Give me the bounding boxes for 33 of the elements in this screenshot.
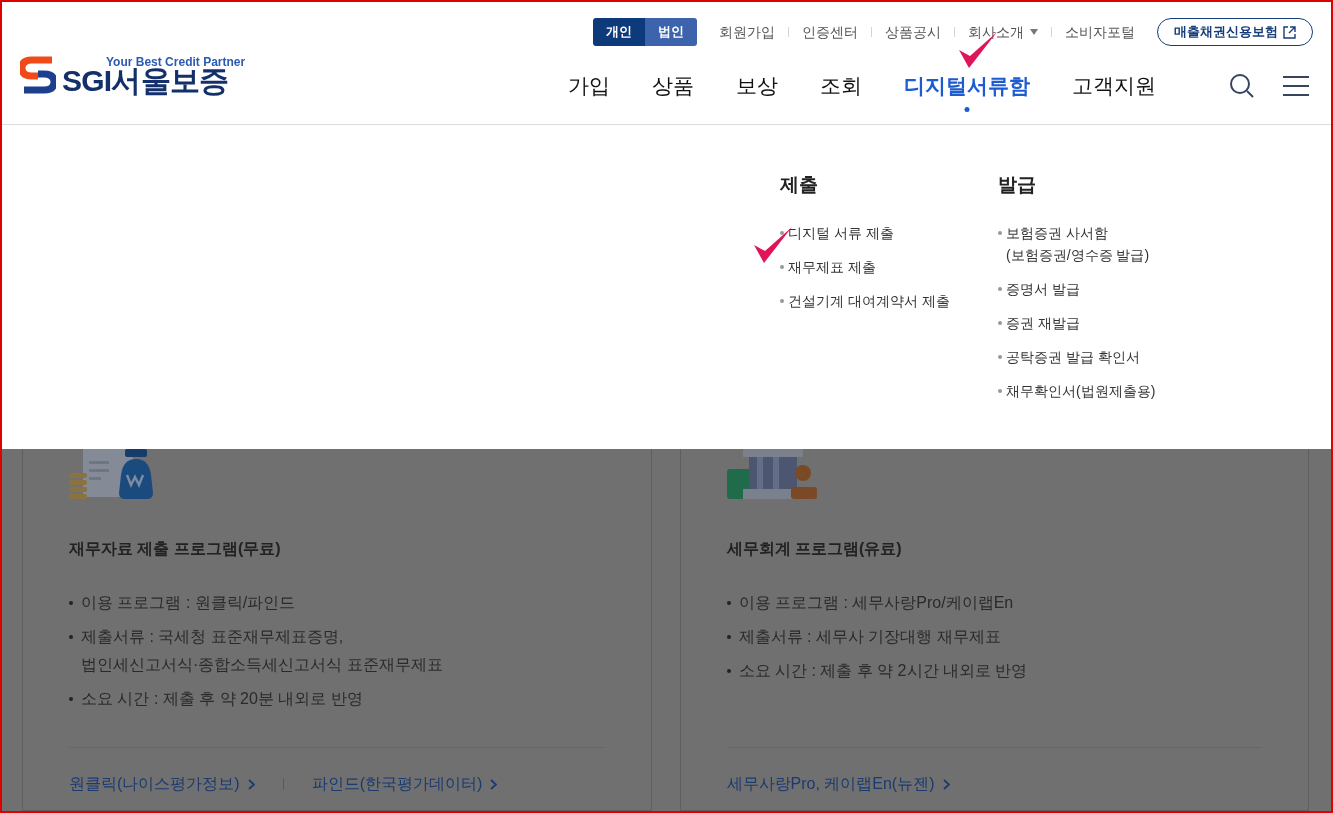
card-title: 재무자료 제출 프로그램(무료)	[69, 539, 282, 559]
utility-link[interactable]: 회원가입	[719, 21, 775, 43]
utility-link[interactable]: 인증센터	[802, 21, 858, 43]
card-bullet-text: 소요 시간 : 제출 후 약 20분 내외로 반영	[69, 685, 605, 713]
nav-tab[interactable]: 가입	[568, 70, 610, 102]
nav-tab[interactable]: 조회	[820, 70, 862, 102]
card-bullet-text: 제출서류 : 세무사 기장대행 재무제표	[726, 623, 1262, 651]
submenu-link[interactable]: 보험증권 사서함 (보험증권/영수증 발급)	[998, 221, 1168, 266]
utility-link[interactable]: 소비자포털	[1065, 21, 1135, 43]
logo-tagline: Your Best Credit Partner	[106, 56, 246, 68]
card-bullet-text: 소요 시간 : 제출 후 약 2시간 내외로 반영	[726, 657, 1262, 685]
menu-column-title: 제출	[780, 173, 819, 197]
submenu-link[interactable]: 증명서 발급	[998, 277, 1168, 300]
utility-link[interactable]: 상품공시	[885, 21, 941, 43]
submenu-link[interactable]: 디지털 서류 제출	[780, 221, 950, 244]
card-title: 세무회계 프로그램(유료)	[726, 539, 903, 559]
submenu-link[interactable]: 채무확인서(법원제출용)	[998, 379, 1168, 402]
segment-tab[interactable]: 법인	[645, 18, 697, 46]
submenu-link[interactable]: 증권 재발급	[998, 311, 1168, 334]
nav-tab[interactable]: 고객지원	[1072, 70, 1156, 102]
submenu-link[interactable]: 재무제표 제출	[780, 255, 950, 278]
segment-tab[interactable]: 개인	[593, 18, 645, 46]
logo-wordmark: SGI서울보증	[62, 66, 229, 96]
nav-tab[interactable]: 상품	[652, 70, 694, 102]
card-bullet-text: 이용 프로그램 : 세무사랑Pro/케이랩En	[726, 589, 1262, 617]
submenu-link[interactable]: 공탁증권 발급 확인서	[998, 345, 1168, 368]
nav-tab[interactable]: 보상	[736, 70, 778, 102]
nav-tab[interactable]: 디지털서류함	[904, 70, 1030, 102]
menu-column-title: 발급	[998, 173, 1037, 197]
card-bullet-text: 제출서류 : 국세청 표준재무제표증명, 법인세신고서식·종합소득세신고서식 표준재무제표	[69, 623, 605, 679]
utility-dropdown[interactable]: 회사소개	[968, 21, 1038, 43]
card-bullet-text: 이용 프로그램 : 원클릭/파인드	[69, 589, 605, 617]
submenu-link[interactable]: 건설기계 대여계약서 제출	[780, 289, 950, 312]
